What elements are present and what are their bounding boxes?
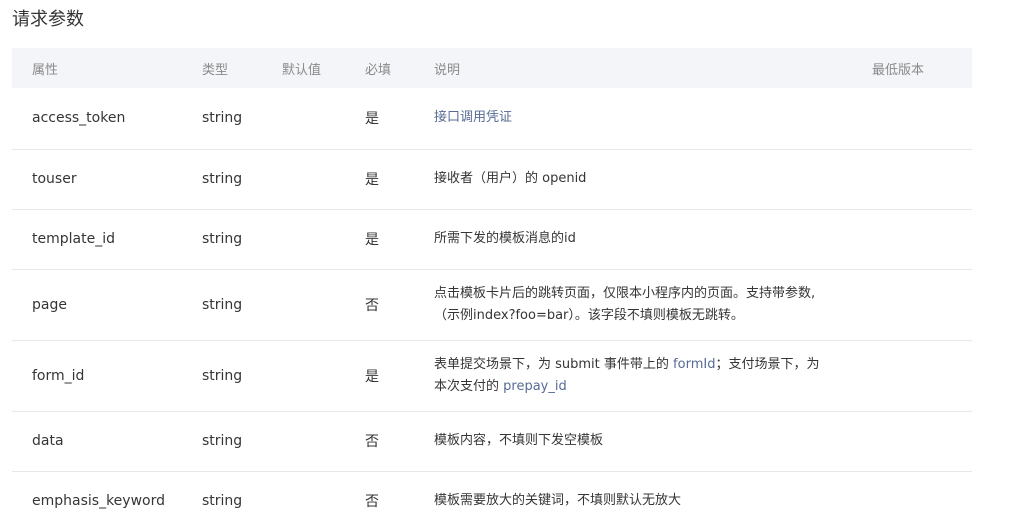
page: 请求参数 属性 类型 默认值 必填 说明 最低版本 access_token s… [0, 0, 1025, 527]
param-desc: 表单提交场景下，为 submit 事件带上的 formId；支付场景下，为 本次… [434, 340, 872, 412]
param-type: string [202, 340, 282, 412]
param-required: 是 [365, 149, 434, 210]
desc-line: 点击模板卡片后的跳转页面，仅限本小程序内的页面。支持带参数, [434, 285, 816, 301]
param-name: access_token [12, 88, 202, 150]
param-name: emphasis_keyword [32, 493, 165, 510]
header-default: 默认值 [282, 62, 322, 78]
param-required: 否 [365, 411, 434, 472]
desc-line: 本次支付的 prepay_id [434, 376, 872, 398]
param-desc: 接收者（用户）的 openid [434, 149, 872, 210]
params-table: 属性 类型 默认值 必填 说明 最低版本 access_token string… [12, 48, 972, 527]
formid-link[interactable]: formId [673, 357, 715, 372]
param-required: 否 [365, 269, 434, 341]
param-version [872, 209, 972, 270]
param-type: string [202, 209, 282, 270]
param-version [872, 269, 972, 341]
param-version [872, 411, 972, 472]
section-title: 请求参数 [12, 9, 84, 30]
param-required: 是 [365, 209, 434, 270]
header-version: 最低版本 [872, 62, 925, 78]
header-name: 属性 [32, 62, 59, 78]
desc-line: （示例index?foo=bar）。该字段不填则模板无跳转。 [434, 307, 744, 323]
param-desc: 接口调用凭证 [434, 88, 872, 150]
param-required: 是 [365, 340, 434, 412]
param-type: string [202, 149, 282, 210]
table-header-row: 属性 类型 默认值 必填 说明 最低版本 [12, 48, 972, 88]
param-name: touser [12, 149, 202, 210]
param-default [282, 411, 365, 472]
param-desc: 点击模板卡片后的跳转页面，仅限本小程序内的页面。支持带参数, （示例index?… [434, 269, 872, 341]
header-required: 必填 [365, 62, 392, 78]
param-default [282, 340, 365, 412]
param-required: 是 [365, 88, 434, 150]
desc-line: 表单提交场景下，为 submit 事件带上的 formId；支付场景下，为 [434, 354, 872, 376]
param-name: form_id [12, 340, 202, 412]
access-token-link[interactable]: 接口调用凭证 [434, 110, 512, 125]
param-desc: 模板内容，不填则下发空模板 [434, 411, 872, 472]
table-row: data string 否 模板内容，不填则下发空模板 [12, 411, 972, 472]
param-default [282, 149, 365, 210]
prepay-id-link[interactable]: prepay_id [503, 379, 567, 394]
param-name: page [12, 269, 202, 341]
header-type: 类型 [202, 62, 229, 78]
param-type: string [202, 411, 282, 472]
param-default [282, 471, 365, 527]
param-desc: 模板需要放大的关键词，不填则默认无放大 [434, 493, 682, 509]
param-default [282, 269, 365, 341]
param-type: string [202, 493, 243, 510]
table-row: touser string 是 接收者（用户）的 openid [12, 149, 972, 210]
table-row: template_id string 是 所需下发的模板消息的id [12, 209, 972, 270]
table-row: page string 否 点击模板卡片后的跳转页面，仅限本小程序内的页面。支持… [12, 269, 972, 341]
desc-text: ；支付场景下，为 [715, 356, 820, 372]
param-version [872, 471, 972, 527]
header-desc: 说明 [434, 62, 461, 78]
param-default [282, 209, 365, 270]
param-desc: 所需下发的模板消息的id [434, 209, 872, 270]
param-version [872, 88, 972, 150]
table-row: emphasis_keyword string 否 模板需要放大的关键词，不填则… [12, 471, 972, 527]
param-name: template_id [12, 209, 202, 270]
param-type: string [202, 269, 282, 341]
table-row: access_token string 是 接口调用凭证 [12, 88, 972, 150]
param-type: string [202, 88, 282, 150]
desc-text: 本次支付的 [434, 378, 504, 394]
param-version [872, 149, 972, 210]
table-row: form_id string 是 表单提交场景下，为 submit 事件带上的 … [12, 340, 972, 412]
param-required: 否 [365, 494, 379, 511]
param-name: data [12, 411, 202, 472]
param-default [282, 88, 365, 150]
param-version [872, 340, 972, 412]
desc-text: 表单提交场景下，为 submit 事件带上的 [434, 356, 674, 372]
